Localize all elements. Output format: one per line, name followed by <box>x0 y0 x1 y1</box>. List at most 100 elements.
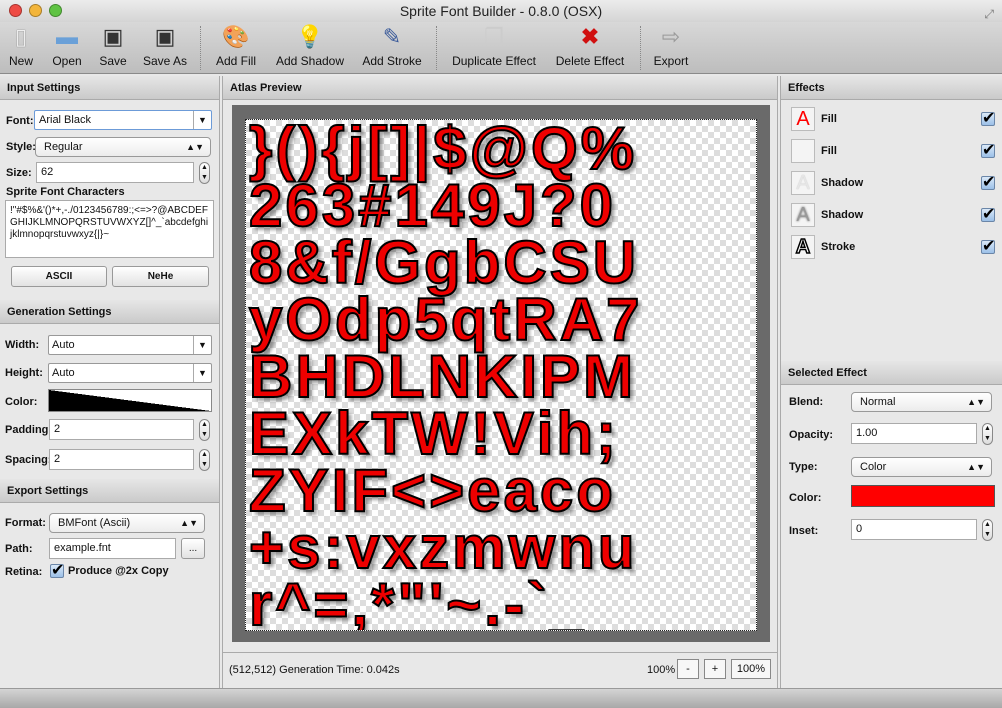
effect-enabled-checkbox[interactable] <box>981 204 995 224</box>
width-value: Auto <box>52 339 75 351</box>
type-select[interactable]: Color ▲▼ <box>851 457 992 477</box>
effect-enabled-checkbox[interactable] <box>981 172 995 192</box>
format-label: Format: <box>5 517 46 529</box>
retina-checkbox-row[interactable]: Produce @2x Copy <box>50 560 169 580</box>
chars-textarea[interactable]: !"#$%&'()*+,-./0123456789:;<=>?@ABCDEFGH… <box>5 200 214 258</box>
chars-label: Sprite Font Characters <box>6 186 125 198</box>
size-label: Size: <box>6 167 32 179</box>
style-select[interactable]: Regular ▲▼ <box>35 137 211 157</box>
format-select[interactable]: BMFont (Ascii) ▲▼ <box>49 513 205 533</box>
open-icon: ▬ <box>56 24 78 49</box>
add-shadow-button[interactable]: 💡 Add Shadow <box>272 22 348 74</box>
spacing-stepper[interactable]: ▲ ▼ <box>199 449 210 471</box>
glyph: K <box>473 343 518 410</box>
selected-effect-header: Selected Effect <box>781 361 1002 385</box>
glyph: S <box>549 229 591 296</box>
generation-settings-header: Generation Settings <box>0 300 219 324</box>
effect-color-label: Color: <box>789 492 822 504</box>
padding-input[interactable]: 2 <box>49 419 194 440</box>
glyph: V <box>493 400 535 467</box>
glyph: : <box>322 514 344 581</box>
atlas-canvas: }(){j[] | $ @ Q% 2 6 3 #1 4 9 J? 0 8 & f / Gg b C S Uy Od p 5 q t R… <box>245 119 757 631</box>
effect-item-shadow-2[interactable]: A Shadow <box>791 203 995 227</box>
close-button[interactable] <box>9 4 22 17</box>
effect-enabled-checkbox[interactable] <box>981 236 995 256</box>
effect-item-stroke[interactable]: A Stroke <box>791 235 995 259</box>
effect-item-fill-2[interactable]: A Fill <box>791 139 995 163</box>
glyph: % <box>580 119 635 182</box>
type-value: Color <box>860 461 887 473</box>
glyph: m <box>451 514 506 581</box>
background-color-well[interactable] <box>48 389 212 412</box>
updown-icon: ▲▼ <box>186 142 204 152</box>
updown-icon: ▲▼ <box>967 397 985 407</box>
updown-icon: ▲▼ <box>180 518 198 528</box>
zoom-button[interactable] <box>49 4 62 17</box>
add-fill-icon: 🎨 <box>222 24 250 49</box>
effect-enabled-checkbox[interactable] <box>981 108 995 128</box>
effect-name: Fill <box>821 145 837 157</box>
glyph: R <box>512 286 557 353</box>
opacity-input[interactable]: 1.00 <box>851 423 977 444</box>
glyph: e <box>466 457 501 524</box>
add-fill-button[interactable]: 🎨 Add Fill <box>212 22 260 74</box>
glyph: + <box>248 514 285 581</box>
height-select[interactable]: Auto ▼ <box>48 363 212 383</box>
glyph: < <box>390 457 427 524</box>
export-settings-header: Export Settings <box>0 479 219 503</box>
title-bar: Sprite Font Builder - 0.8.0 (OSX) ⤢ <box>0 0 1002 22</box>
glyph: c <box>539 457 574 524</box>
size-input[interactable]: 62 <box>36 162 194 183</box>
export-label: Export <box>653 54 689 68</box>
font-select[interactable]: Arial Black ▼ <box>34 110 212 130</box>
path-input[interactable]: example.fnt <box>49 538 176 559</box>
glyph: ^ <box>274 571 311 631</box>
glyph-row: 2 6 3 #1 4 9 J? 0 <box>248 172 756 239</box>
glyph: # <box>357 172 392 239</box>
ascii-button[interactable]: ASCII <box>11 266 107 287</box>
glyph: T <box>370 400 409 467</box>
browse-button[interactable]: ... <box>181 538 205 559</box>
glyph: 3 <box>321 172 356 239</box>
glyph: y <box>248 286 283 353</box>
retina-checkbox[interactable] <box>50 560 64 580</box>
minimize-button[interactable] <box>29 4 42 17</box>
add-stroke-button[interactable]: ✎ Add Stroke <box>360 22 424 74</box>
new-button[interactable]: ▯ New <box>4 22 38 74</box>
delete-effect-button[interactable]: ✖ Delete Effect <box>552 22 628 74</box>
effect-item-fill-1[interactable]: A Fill <box>791 107 995 131</box>
spacing-input[interactable]: 2 <box>49 449 194 470</box>
chevron-down-icon: ▼ <box>193 336 211 354</box>
glyph: H <box>294 343 339 410</box>
glyph: " <box>396 571 426 631</box>
effect-item-shadow-1[interactable]: A Shadow <box>791 171 995 195</box>
blend-select[interactable]: Normal ▲▼ <box>851 392 992 412</box>
save-as-button[interactable]: ▣ Save As <box>140 22 190 74</box>
glyph: Y <box>288 457 330 524</box>
opacity-stepper[interactable]: ▲ ▼ <box>982 423 993 445</box>
zoom-out-button[interactable]: - <box>677 659 699 679</box>
effect-enabled-checkbox[interactable] <box>981 140 995 160</box>
nehe-button[interactable]: NeHe <box>112 266 209 287</box>
export-button[interactable]: ⇨ Export <box>650 22 692 74</box>
open-label: Open <box>52 54 82 68</box>
left-panel: Input Settings Font: Arial Black ▼ Style:… <box>0 76 220 688</box>
effect-color-well[interactable] <box>851 485 995 507</box>
open-button[interactable]: ▬ Open <box>48 22 86 74</box>
glyph: ~ <box>445 571 482 631</box>
glyph: 8 <box>248 229 283 296</box>
glyph: t <box>489 286 511 353</box>
zoom-in-button[interactable]: + <box>704 659 726 679</box>
zoom-reset-button[interactable]: 100% <box>731 659 771 679</box>
size-stepper[interactable]: ▲ ▼ <box>199 162 210 184</box>
effect-name: Fill <box>821 113 837 125</box>
input-settings-header: Input Settings <box>0 76 219 100</box>
save-button[interactable]: ▣ Save <box>96 22 130 74</box>
inset-stepper[interactable]: ▲ ▼ <box>982 519 993 541</box>
width-select[interactable]: Auto ▼ <box>48 335 212 355</box>
duplicate-effect-button[interactable]: ❐ Duplicate Effect <box>448 22 540 74</box>
padding-stepper[interactable]: ▲ ▼ <box>199 419 210 441</box>
style-label: Style: <box>6 141 36 153</box>
inset-input[interactable]: 0 <box>851 519 977 540</box>
glyph-row: r ^ =, * " ' ~. - ` _ <box>248 571 756 631</box>
